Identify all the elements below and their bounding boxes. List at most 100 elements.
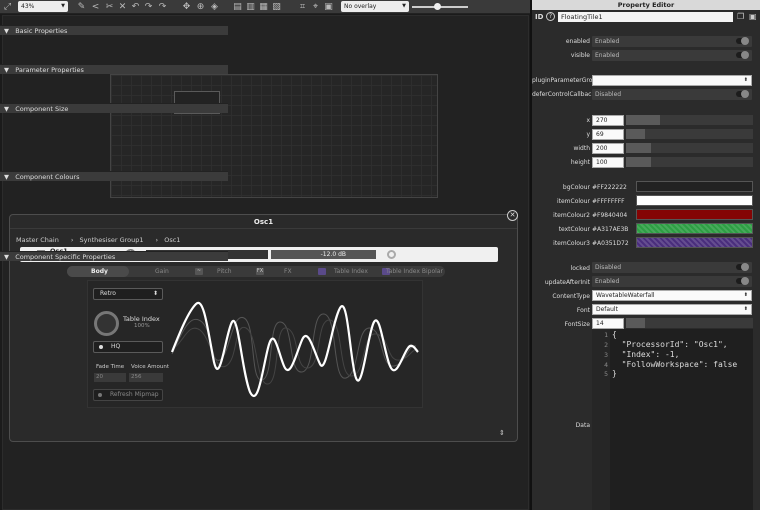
align-center-icon[interactable]: ▥ xyxy=(245,1,256,13)
redo-alt-icon[interactable]: ↷ xyxy=(157,1,168,13)
breadcrumb: Master Chain › Synthesiser Group1 › Osc1 xyxy=(16,236,192,244)
defer-control-callback-toggle[interactable]: Disabled xyxy=(592,89,752,100)
zoom-select[interactable]: 43% ▼ xyxy=(18,1,68,12)
tab-fx[interactable]: FX xyxy=(284,266,292,277)
code-line[interactable]: { xyxy=(612,330,617,339)
width-field[interactable]: 200 xyxy=(592,143,624,154)
move-icon[interactable]: ✥ xyxy=(181,1,192,13)
height-slider[interactable] xyxy=(626,157,753,167)
update-after-init-toggle[interactable]: Enabled xyxy=(592,276,752,287)
plugin-parameter-group-select[interactable]: ⬍ xyxy=(592,75,752,86)
close-popup-button[interactable]: ✕ xyxy=(507,210,518,221)
section-colours[interactable]: ▼ Component Colours xyxy=(0,171,228,181)
crop-icon[interactable]: ⌗ xyxy=(297,1,308,13)
y-field[interactable]: 69 xyxy=(592,129,624,140)
waveform-main xyxy=(170,301,419,397)
breadcrumb-item[interactable]: Synthesiser Group1 xyxy=(80,236,144,244)
text-colour-value[interactable]: #A317AE3B xyxy=(592,226,628,233)
balance-knob[interactable] xyxy=(387,250,396,259)
section-specific[interactable]: ▼ Component Specific Properties xyxy=(0,251,228,261)
id-field[interactable]: FloatingTile1 xyxy=(558,12,733,22)
refresh-indicator-icon xyxy=(98,393,102,397)
hq-button[interactable]: HQ xyxy=(93,341,163,353)
breadcrumb-item[interactable]: Master Chain xyxy=(16,236,59,244)
undo-icon[interactable]: ↶ xyxy=(130,1,141,13)
item-colour2-value[interactable]: #F9840404 xyxy=(592,212,627,219)
code-line[interactable]: "Index": -1, xyxy=(612,350,680,359)
align-right-icon[interactable]: ▦ xyxy=(258,1,269,13)
visible-toggle[interactable]: Enabled xyxy=(592,50,752,61)
knob-value: 100% xyxy=(134,323,150,329)
item-colour3-swatch[interactable] xyxy=(636,237,753,248)
enabled-toggle[interactable]: Enabled xyxy=(592,36,752,47)
item-colour-value[interactable]: #FFFFFFFF xyxy=(592,198,625,205)
copy-icon[interactable]: ◈ xyxy=(209,1,220,13)
copy-icon[interactable]: ❐ xyxy=(737,12,744,21)
share-icon[interactable]: < xyxy=(90,1,101,13)
x-field[interactable]: 270 xyxy=(592,115,624,126)
overlay-select[interactable]: No overlay ▼ xyxy=(341,1,409,12)
zoom-value: 43% xyxy=(21,3,35,10)
font-size-slider[interactable] xyxy=(626,318,753,328)
lock-icon[interactable]: ⊕ xyxy=(195,1,206,13)
toggle-icon xyxy=(736,37,749,45)
chevron-updown-icon: ⬍ xyxy=(743,292,748,298)
tab-table-index[interactable]: Table Index xyxy=(334,266,368,277)
pencil-icon[interactable]: ✎ xyxy=(76,1,87,13)
preset-dropdown[interactable]: Retro ⬍ xyxy=(93,288,163,300)
breadcrumb-item[interactable]: Osc1 xyxy=(164,236,180,244)
section-colours-label: Component Colours xyxy=(15,173,80,181)
bg-colour-value[interactable]: #FF222222 xyxy=(592,184,627,191)
tab-pitch[interactable]: Pitch xyxy=(217,266,232,277)
font-size-field[interactable]: 14 xyxy=(592,318,624,329)
distribute-h-icon[interactable]: ▧ xyxy=(271,1,282,13)
prop-label-x: x xyxy=(586,117,590,124)
text-colour-swatch[interactable] xyxy=(636,223,753,234)
cut-icon[interactable]: ✂ xyxy=(104,1,115,13)
prop-label-defer-control-callback: deferControlCallback xyxy=(532,91,595,98)
locked-value: Disabled xyxy=(595,264,622,271)
tab-gain[interactable]: Gain xyxy=(155,266,169,277)
visible-value: Enabled xyxy=(595,52,620,59)
width-slider[interactable] xyxy=(626,143,753,153)
toggle-icon xyxy=(736,90,749,98)
table-index-knob[interactable] xyxy=(94,311,119,336)
refresh-mipmap-button[interactable]: Refresh Mipmap xyxy=(93,389,163,401)
code-line[interactable]: } xyxy=(612,369,617,378)
cross-icon[interactable]: ✕ xyxy=(117,1,128,13)
voice-amount-field[interactable]: 256 xyxy=(129,373,163,382)
fade-time-field[interactable]: 20 xyxy=(94,373,126,382)
align-left-icon[interactable]: ▤ xyxy=(232,1,243,13)
redo-icon[interactable]: ↷ xyxy=(143,1,154,13)
content-type-select[interactable]: WavetableWaterfall ⬍ xyxy=(592,290,752,301)
tab-body[interactable]: Body xyxy=(91,266,108,277)
item-colour3-value[interactable]: #A0351D72 xyxy=(592,240,629,247)
gain-slider[interactable]: -12.0 dB xyxy=(271,250,376,259)
height-field[interactable]: 100 xyxy=(592,157,624,168)
grid-icon[interactable]: ▣ xyxy=(323,1,334,13)
section-basic[interactable]: ▼ Basic Properties xyxy=(0,25,228,35)
chevron-updown-icon: ⬍ xyxy=(743,77,748,83)
line-number: 4 xyxy=(604,361,608,369)
height-slider-fill xyxy=(626,157,652,167)
item-colour-swatch[interactable] xyxy=(636,195,753,206)
resize-icon[interactable]: ⇕ xyxy=(499,429,505,437)
bg-colour-swatch[interactable] xyxy=(636,181,753,192)
font-select[interactable]: Default ⬍ xyxy=(592,304,752,315)
code-line[interactable]: "FollowWorkspace": false xyxy=(612,360,738,369)
item-colour2-swatch[interactable] xyxy=(636,209,753,220)
fullscreen-icon[interactable]: ⤢ xyxy=(2,1,13,13)
section-parameter[interactable]: ▼ Parameter Properties xyxy=(0,64,228,74)
x-slider[interactable] xyxy=(626,115,753,125)
hq-indicator-icon xyxy=(99,345,103,349)
voice-amount-label: Voice Amount xyxy=(131,364,169,370)
resize-icon[interactable]: ⌖ xyxy=(310,1,321,13)
help-icon[interactable]: ? xyxy=(546,12,555,21)
code-line[interactable]: "ProcessorId": "Osc1", xyxy=(612,340,728,349)
section-size[interactable]: ▼ Component Size xyxy=(0,103,228,113)
paste-icon[interactable]: ▣ xyxy=(749,12,757,21)
y-slider[interactable] xyxy=(626,129,753,139)
tab-table-index-bipolar[interactable]: Table Index Bipolar xyxy=(386,266,443,277)
zoom-slider-thumb[interactable] xyxy=(434,3,441,10)
locked-toggle[interactable]: Disabled xyxy=(592,262,752,273)
